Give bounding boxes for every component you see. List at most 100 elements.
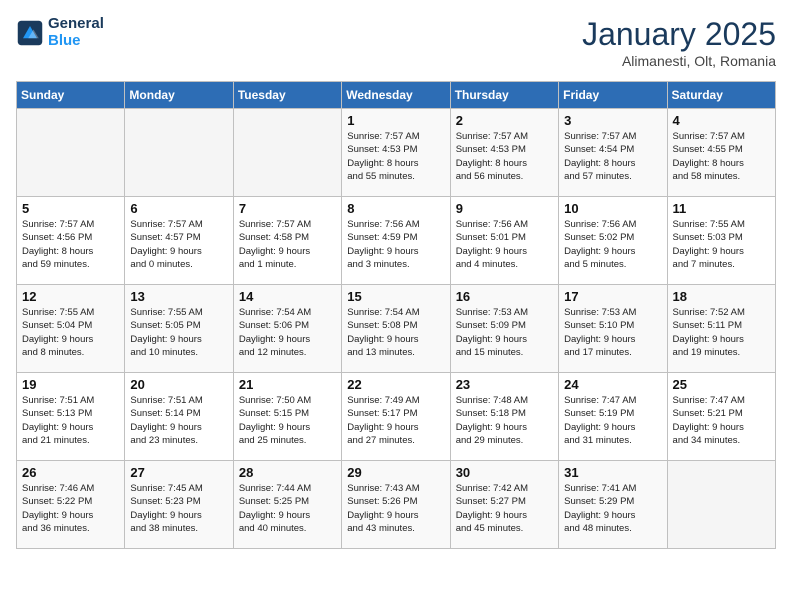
day-info: Sunrise: 7:51 AMSunset: 5:13 PMDaylight:… [22,394,119,447]
calendar-table: SundayMondayTuesdayWednesdayThursdayFrid… [16,81,776,549]
day-info: Sunrise: 7:50 AMSunset: 5:15 PMDaylight:… [239,394,336,447]
weekday-header-row: SundayMondayTuesdayWednesdayThursdayFrid… [17,82,776,109]
calendar-cell: 6 Sunrise: 7:57 AMSunset: 4:57 PMDaylight… [125,197,233,285]
day-info: Sunrise: 7:56 AMSunset: 4:59 PMDaylight:… [347,218,444,271]
day-number: 13 [130,289,227,304]
calendar-cell: 19 Sunrise: 7:51 AMSunset: 5:13 PMDayligh… [17,373,125,461]
calendar-cell: 23 Sunrise: 7:48 AMSunset: 5:18 PMDayligh… [450,373,558,461]
day-info: Sunrise: 7:47 AMSunset: 5:19 PMDaylight:… [564,394,661,447]
day-number: 6 [130,201,227,216]
day-number: 17 [564,289,661,304]
weekday-header-friday: Friday [559,82,667,109]
day-number: 1 [347,113,444,128]
calendar-cell: 9 Sunrise: 7:56 AMSunset: 5:01 PMDaylight… [450,197,558,285]
calendar-cell: 21 Sunrise: 7:50 AMSunset: 5:15 PMDayligh… [233,373,341,461]
day-info: Sunrise: 7:46 AMSunset: 5:22 PMDaylight:… [22,482,119,535]
day-number: 25 [673,377,770,392]
day-number: 4 [673,113,770,128]
calendar-cell: 16 Sunrise: 7:53 AMSunset: 5:09 PMDayligh… [450,285,558,373]
day-number: 24 [564,377,661,392]
calendar-cell: 15 Sunrise: 7:54 AMSunset: 5:08 PMDayligh… [342,285,450,373]
day-info: Sunrise: 7:54 AMSunset: 5:08 PMDaylight:… [347,306,444,359]
day-info: Sunrise: 7:57 AMSunset: 4:57 PMDaylight:… [130,218,227,271]
calendar-cell: 12 Sunrise: 7:55 AMSunset: 5:04 PMDayligh… [17,285,125,373]
weekday-header-thursday: Thursday [450,82,558,109]
day-info: Sunrise: 7:42 AMSunset: 5:27 PMDaylight:… [456,482,553,535]
day-number: 23 [456,377,553,392]
day-info: Sunrise: 7:44 AMSunset: 5:25 PMDaylight:… [239,482,336,535]
day-number: 29 [347,465,444,480]
calendar-cell: 13Sunrise: 7:55 AMSunset: 5:05 PMDayligh… [125,285,233,373]
day-info: Sunrise: 7:56 AMSunset: 5:02 PMDaylight:… [564,218,661,271]
day-info: Sunrise: 7:55 AMSunset: 5:03 PMDaylight:… [673,218,770,271]
calendar-cell [233,109,341,197]
day-number: 3 [564,113,661,128]
calendar-cell [125,109,233,197]
weekday-header-wednesday: Wednesday [342,82,450,109]
day-info: Sunrise: 7:53 AMSunset: 5:10 PMDaylight:… [564,306,661,359]
calendar-cell: 8 Sunrise: 7:56 AMSunset: 4:59 PMDaylight… [342,197,450,285]
calendar-cell: 14Sunrise: 7:54 AMSunset: 5:06 PMDayligh… [233,285,341,373]
day-number: 28 [239,465,336,480]
day-number: 9 [456,201,553,216]
day-number: 16 [456,289,553,304]
title-block: January 2025 Alimanesti, Olt, Romania [582,16,776,69]
calendar-cell: 26 Sunrise: 7:46 AMSunset: 5:22 PMDayligh… [17,461,125,549]
weekday-header-tuesday: Tuesday [233,82,341,109]
calendar-cell: 28 Sunrise: 7:44 AMSunset: 5:25 PMDayligh… [233,461,341,549]
day-info: Sunrise: 7:45 AMSunset: 5:23 PMDaylight:… [130,482,227,535]
day-number: 15 [347,289,444,304]
weekday-header-sunday: Sunday [17,82,125,109]
day-info: Sunrise: 7:49 AMSunset: 5:17 PMDaylight:… [347,394,444,447]
day-info: Sunrise: 7:55 AMSunset: 5:04 PMDaylight:… [22,306,119,359]
calendar-cell: 11 Sunrise: 7:55 AMSunset: 5:03 PMDayligh… [667,197,775,285]
calendar-cell: 29 Sunrise: 7:43 AMSunset: 5:26 PMDayligh… [342,461,450,549]
day-info: Sunrise: 7:57 AMSunset: 4:56 PMDaylight:… [22,218,119,271]
calendar-cell: 2Sunrise: 7:57 AMSunset: 4:53 PMDaylight… [450,109,558,197]
calendar-cell: 31Sunrise: 7:41 AMSunset: 5:29 PMDayligh… [559,461,667,549]
calendar-week-3: 12 Sunrise: 7:55 AMSunset: 5:04 PMDayligh… [17,285,776,373]
day-number: 27 [130,465,227,480]
logo: General Blue [16,16,104,49]
day-info: Sunrise: 7:52 AMSunset: 5:11 PMDaylight:… [673,306,770,359]
day-number: 19 [22,377,119,392]
calendar-cell: 24 Sunrise: 7:47 AMSunset: 5:19 PMDayligh… [559,373,667,461]
day-number: 21 [239,377,336,392]
calendar-cell: 3 Sunrise: 7:57 AMSunset: 4:54 PMDaylight… [559,109,667,197]
day-info: Sunrise: 7:48 AMSunset: 5:18 PMDaylight:… [456,394,553,447]
day-info: Sunrise: 7:51 AMSunset: 5:14 PMDaylight:… [130,394,227,447]
day-number: 8 [347,201,444,216]
logo-text: General Blue [48,16,104,49]
calendar-cell: 5 Sunrise: 7:57 AMSunset: 4:56 PMDaylight… [17,197,125,285]
day-info: Sunrise: 7:57 AMSunset: 4:58 PMDaylight:… [239,218,336,271]
calendar-cell: 30 Sunrise: 7:42 AMSunset: 5:27 PMDayligh… [450,461,558,549]
day-number: 26 [22,465,119,480]
weekday-header-saturday: Saturday [667,82,775,109]
calendar-cell: 4Sunrise: 7:57 AMSunset: 4:55 PMDaylight… [667,109,775,197]
day-number: 30 [456,465,553,480]
calendar-cell: 20 Sunrise: 7:51 AMSunset: 5:14 PMDayligh… [125,373,233,461]
calendar-cell: 22Sunrise: 7:49 AMSunset: 5:17 PMDayligh… [342,373,450,461]
day-info: Sunrise: 7:43 AMSunset: 5:26 PMDaylight:… [347,482,444,535]
logo-icon [16,19,44,47]
day-number: 12 [22,289,119,304]
day-info: Sunrise: 7:57 AMSunset: 4:54 PMDaylight:… [564,130,661,183]
calendar-cell: 27 Sunrise: 7:45 AMSunset: 5:23 PMDayligh… [125,461,233,549]
day-number: 2 [456,113,553,128]
day-info: Sunrise: 7:54 AMSunset: 5:06 PMDaylight:… [239,306,336,359]
day-number: 31 [564,465,661,480]
day-number: 20 [130,377,227,392]
day-info: Sunrise: 7:56 AMSunset: 5:01 PMDaylight:… [456,218,553,271]
calendar-cell: 18Sunrise: 7:52 AMSunset: 5:11 PMDayligh… [667,285,775,373]
calendar-week-4: 19 Sunrise: 7:51 AMSunset: 5:13 PMDayligh… [17,373,776,461]
day-number: 5 [22,201,119,216]
calendar-cell: 1 Sunrise: 7:57 AMSunset: 4:53 PMDaylight… [342,109,450,197]
page-header: General Blue January 2025 Alimanesti, Ol… [16,16,776,69]
calendar-cell: 25 Sunrise: 7:47 AMSunset: 5:21 PMDayligh… [667,373,775,461]
day-info: Sunrise: 7:53 AMSunset: 5:09 PMDaylight:… [456,306,553,359]
day-info: Sunrise: 7:47 AMSunset: 5:21 PMDaylight:… [673,394,770,447]
day-info: Sunrise: 7:57 AMSunset: 4:53 PMDaylight:… [347,130,444,183]
location-subtitle: Alimanesti, Olt, Romania [582,53,776,69]
day-number: 11 [673,201,770,216]
day-number: 7 [239,201,336,216]
